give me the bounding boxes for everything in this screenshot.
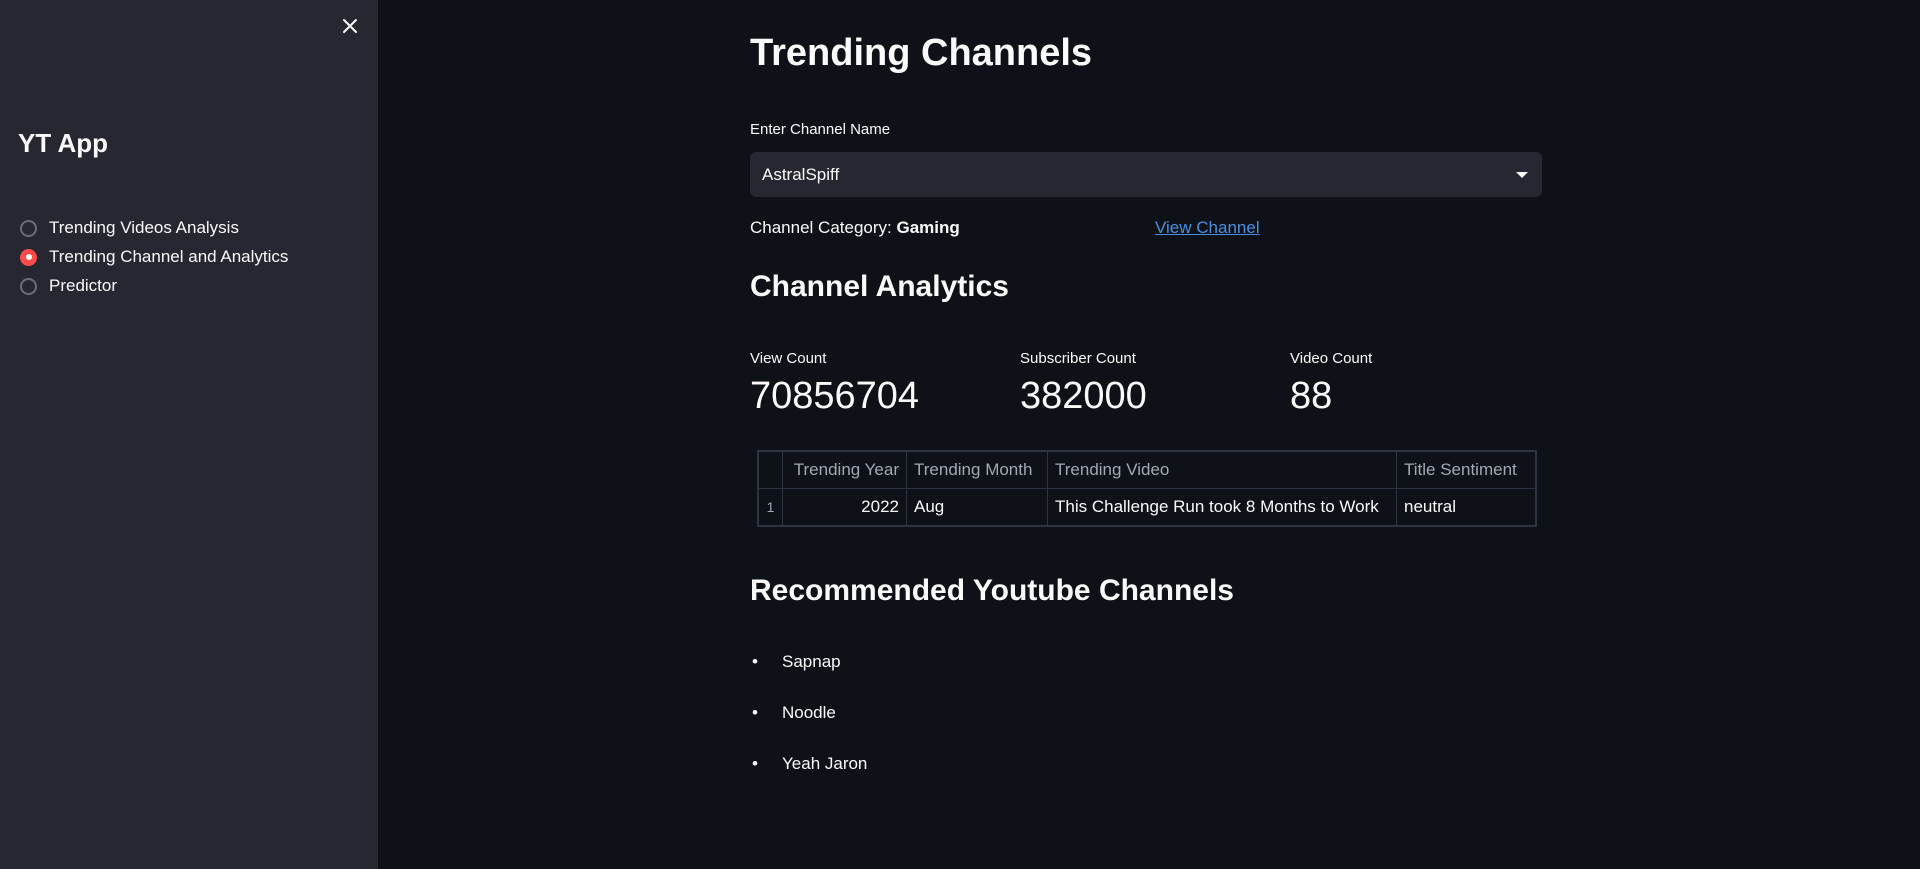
- radio-label: Trending Videos Analysis: [49, 218, 239, 237]
- radio-trending-channel-analytics[interactable]: Trending Channel and Analytics: [20, 247, 288, 267]
- table-cell-video: This Challenge Run took 8 Months to Work: [1047, 488, 1397, 526]
- metric-label: View Count: [750, 350, 827, 367]
- category-label: Channel Category:: [750, 218, 892, 237]
- page-title: Trending Channels: [750, 32, 1093, 74]
- table-cell-sentiment: neutral: [1396, 488, 1536, 526]
- radio-label: Trending Channel and Analytics: [49, 247, 289, 266]
- sidebar-title: YT App: [18, 128, 109, 158]
- table-header-sentiment[interactable]: Title Sentiment: [1396, 451, 1536, 489]
- radio-predictor[interactable]: Predictor: [20, 276, 288, 296]
- view-channel-link[interactable]: View Channel: [1155, 218, 1260, 238]
- category-value: Gaming: [896, 218, 960, 237]
- table-cell-month: Aug: [906, 488, 1048, 526]
- table-header-row: Trending Year Trending Month Trending Vi…: [758, 451, 1536, 489]
- channel-select-label: Enter Channel Name: [750, 121, 891, 138]
- radio-button-selected[interactable]: [20, 248, 37, 266]
- radio-button[interactable]: [20, 219, 37, 237]
- metric-label: Subscriber Count: [1020, 350, 1136, 367]
- list-item: • Noodle: [750, 703, 867, 754]
- table-cell-year: 2022: [782, 488, 907, 526]
- page-radio-group: Trending Videos Analysis Trending Channe…: [20, 218, 288, 296]
- chevron-down-icon: [1516, 171, 1528, 178]
- table-header-video[interactable]: Trending Video: [1047, 451, 1397, 489]
- radio-label: Predictor: [49, 276, 118, 295]
- bullet-icon: •: [752, 652, 758, 671]
- radio-trending-videos-analysis[interactable]: Trending Videos Analysis: [20, 218, 288, 238]
- recommended-list: • Sapnap • Noodle • Yeah Jaron: [750, 652, 867, 805]
- recommended-channel: Sapnap: [782, 652, 841, 671]
- recommended-channel: Noodle: [782, 703, 836, 722]
- bullet-icon: •: [752, 754, 758, 773]
- table-header-month[interactable]: Trending Month: [906, 451, 1048, 489]
- bullet-icon: •: [752, 703, 758, 722]
- metric-video-count: Video Count 88: [1290, 350, 1372, 418]
- metric-value: 70856704: [750, 375, 920, 417]
- recommended-channel: Yeah Jaron: [782, 754, 868, 773]
- table-row: 1 2022 Aug This Challenge Run took 8 Mon…: [758, 488, 1536, 526]
- metric-value: 88: [1290, 375, 1333, 417]
- recommended-title: Recommended Youtube Channels: [750, 574, 1234, 607]
- table-cell-index: 1: [758, 488, 783, 526]
- channel-select-value: AstralSpiff: [762, 164, 840, 184]
- trending-table[interactable]: Trending Year Trending Month Trending Vi…: [757, 450, 1537, 527]
- table-header-year[interactable]: Trending Year: [782, 451, 907, 489]
- metric-label: Video Count: [1290, 350, 1373, 367]
- metric-subscriber-count: Subscriber Count 382000: [1020, 350, 1147, 418]
- close-sidebar-button[interactable]: [338, 14, 362, 38]
- sidebar: YT App Trending Videos Analysis Trending…: [0, 0, 378, 869]
- radio-button[interactable]: [20, 277, 37, 295]
- table-header-index[interactable]: [758, 451, 783, 489]
- close-icon: [343, 19, 357, 33]
- channel-category: Channel Category: Gaming: [750, 218, 960, 238]
- analytics-title: Channel Analytics: [750, 270, 1009, 303]
- list-item: • Sapnap: [750, 652, 867, 703]
- channel-select[interactable]: AstralSpiff: [750, 152, 1542, 197]
- metric-value: 382000: [1020, 375, 1147, 417]
- list-item: • Yeah Jaron: [750, 754, 867, 805]
- metric-view-count: View Count 70856704: [750, 350, 919, 418]
